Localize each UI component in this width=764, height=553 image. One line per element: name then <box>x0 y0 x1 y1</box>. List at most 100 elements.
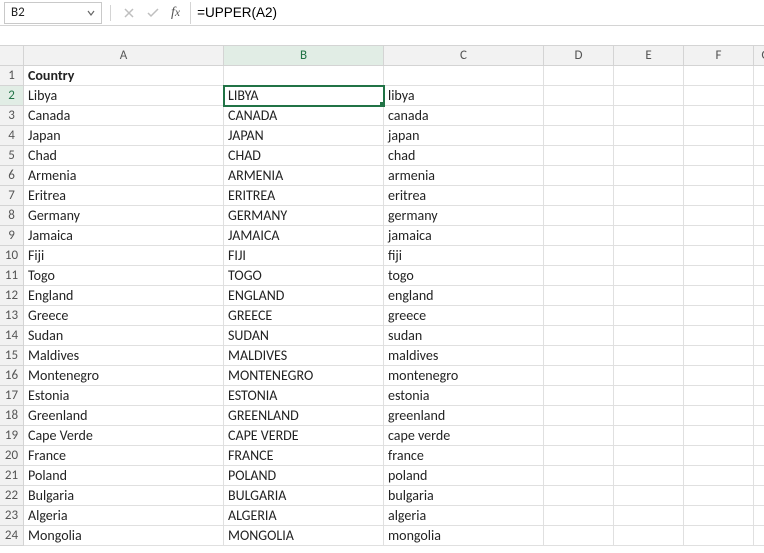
cell-C8[interactable]: germany <box>384 206 544 226</box>
cell-C22[interactable]: bulgaria <box>384 486 544 506</box>
cell-F2[interactable] <box>684 86 754 106</box>
cell-E24[interactable] <box>614 526 684 546</box>
cell-F11[interactable] <box>684 266 754 286</box>
row-header-14[interactable]: 14 <box>0 326 24 346</box>
cell-F18[interactable] <box>684 406 754 426</box>
cell-C14[interactable]: sudan <box>384 326 544 346</box>
cell-A14[interactable]: Sudan <box>24 326 224 346</box>
cell-F14[interactable] <box>684 326 754 346</box>
cell-C9[interactable]: jamaica <box>384 226 544 246</box>
cell-G15[interactable] <box>754 346 764 366</box>
select-all-corner[interactable] <box>0 46 24 66</box>
cell-F1[interactable] <box>684 66 754 86</box>
cell-G10[interactable] <box>754 246 764 266</box>
cell-B14[interactable]: SUDAN <box>224 326 384 346</box>
cell-F6[interactable] <box>684 166 754 186</box>
cell-E5[interactable] <box>614 146 684 166</box>
cell-D18[interactable] <box>544 406 614 426</box>
cell-A1[interactable]: Country <box>24 66 224 86</box>
cell-G9[interactable] <box>754 226 764 246</box>
cell-F20[interactable] <box>684 446 754 466</box>
cell-G2[interactable] <box>754 86 764 106</box>
cell-E3[interactable] <box>614 106 684 126</box>
cell-E7[interactable] <box>614 186 684 206</box>
row-header-21[interactable]: 21 <box>0 466 24 486</box>
cell-A13[interactable]: Greece <box>24 306 224 326</box>
cell-D7[interactable] <box>544 186 614 206</box>
row-header-2[interactable]: 2 <box>0 86 24 106</box>
cell-C2[interactable]: libya <box>384 86 544 106</box>
spreadsheet-grid[interactable]: ABCDEFG1Country2LibyaLIBYAlibya3CanadaCA… <box>0 46 764 546</box>
cell-D13[interactable] <box>544 306 614 326</box>
cell-F12[interactable] <box>684 286 754 306</box>
cell-E19[interactable] <box>614 426 684 446</box>
cell-C12[interactable]: england <box>384 286 544 306</box>
cell-D12[interactable] <box>544 286 614 306</box>
cell-B6[interactable]: ARMENIA <box>224 166 384 186</box>
cell-E23[interactable] <box>614 506 684 526</box>
cell-A9[interactable]: Jamaica <box>24 226 224 246</box>
cell-G23[interactable] <box>754 506 764 526</box>
cell-F3[interactable] <box>684 106 754 126</box>
cell-E16[interactable] <box>614 366 684 386</box>
cell-A6[interactable]: Armenia <box>24 166 224 186</box>
cell-G6[interactable] <box>754 166 764 186</box>
cell-E8[interactable] <box>614 206 684 226</box>
cell-B2[interactable]: LIBYA <box>224 86 384 106</box>
cell-C15[interactable]: maldives <box>384 346 544 366</box>
col-header-B[interactable]: B <box>224 46 384 66</box>
name-box[interactable]: B2 <box>4 2 102 24</box>
cell-B15[interactable]: MALDIVES <box>224 346 384 366</box>
cell-A19[interactable]: Cape Verde <box>24 426 224 446</box>
cell-B10[interactable]: FIJI <box>224 246 384 266</box>
row-header-23[interactable]: 23 <box>0 506 24 526</box>
cell-C24[interactable]: mongolia <box>384 526 544 546</box>
cell-D19[interactable] <box>544 426 614 446</box>
col-header-D[interactable]: D <box>544 46 614 66</box>
row-header-7[interactable]: 7 <box>0 186 24 206</box>
cell-C7[interactable]: eritrea <box>384 186 544 206</box>
cell-C20[interactable]: france <box>384 446 544 466</box>
cell-G21[interactable] <box>754 466 764 486</box>
cell-E21[interactable] <box>614 466 684 486</box>
cell-A5[interactable]: Chad <box>24 146 224 166</box>
cell-A12[interactable]: England <box>24 286 224 306</box>
cell-E11[interactable] <box>614 266 684 286</box>
cell-D10[interactable] <box>544 246 614 266</box>
cell-D16[interactable] <box>544 366 614 386</box>
cell-G8[interactable] <box>754 206 764 226</box>
cell-A15[interactable]: Maldives <box>24 346 224 366</box>
cell-B18[interactable]: GREENLAND <box>224 406 384 426</box>
cell-G22[interactable] <box>754 486 764 506</box>
cell-G12[interactable] <box>754 286 764 306</box>
cell-A22[interactable]: Bulgaria <box>24 486 224 506</box>
row-header-24[interactable]: 24 <box>0 526 24 546</box>
cell-E20[interactable] <box>614 446 684 466</box>
cell-C10[interactable]: fiji <box>384 246 544 266</box>
cell-D23[interactable] <box>544 506 614 526</box>
cell-E1[interactable] <box>614 66 684 86</box>
cancel-icon[interactable] <box>119 3 139 23</box>
cell-G16[interactable] <box>754 366 764 386</box>
col-header-E[interactable]: E <box>614 46 684 66</box>
cell-D9[interactable] <box>544 226 614 246</box>
cell-B19[interactable]: CAPE VERDE <box>224 426 384 446</box>
cell-D3[interactable] <box>544 106 614 126</box>
cell-D5[interactable] <box>544 146 614 166</box>
cell-G13[interactable] <box>754 306 764 326</box>
cell-B24[interactable]: MONGOLIA <box>224 526 384 546</box>
cell-G18[interactable] <box>754 406 764 426</box>
confirm-icon[interactable] <box>143 3 163 23</box>
cell-F13[interactable] <box>684 306 754 326</box>
cell-F5[interactable] <box>684 146 754 166</box>
cell-G3[interactable] <box>754 106 764 126</box>
cell-B17[interactable]: ESTONIA <box>224 386 384 406</box>
cell-D4[interactable] <box>544 126 614 146</box>
cell-A7[interactable]: Eritrea <box>24 186 224 206</box>
cell-G4[interactable] <box>754 126 764 146</box>
row-header-10[interactable]: 10 <box>0 246 24 266</box>
cell-F17[interactable] <box>684 386 754 406</box>
cell-E6[interactable] <box>614 166 684 186</box>
cell-E18[interactable] <box>614 406 684 426</box>
cell-D17[interactable] <box>544 386 614 406</box>
